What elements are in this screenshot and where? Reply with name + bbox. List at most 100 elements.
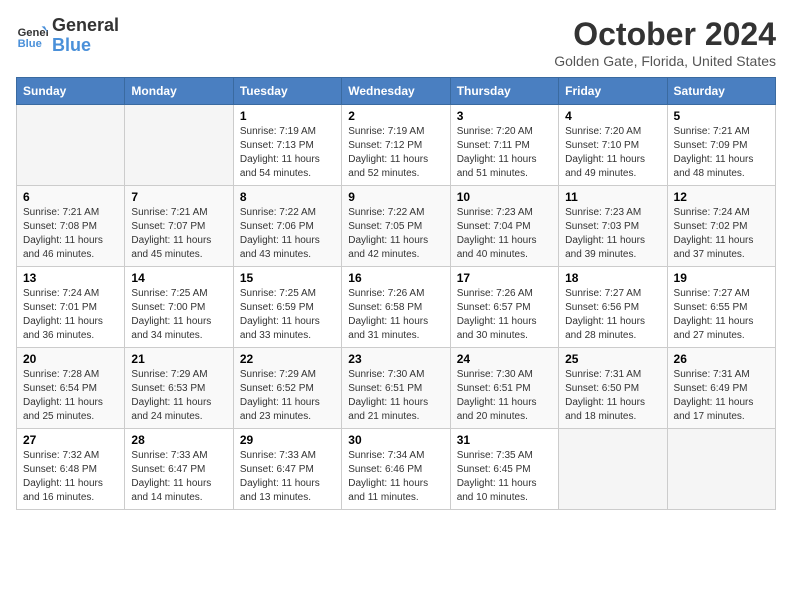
day-info: Sunrise: 7:28 AM Sunset: 6:54 PM Dayligh… [23,368,118,424]
day-cell: 19 Sunrise: 7:27 AM Sunset: 6:55 PM Dayli… [667,267,775,348]
day-cell: 29Sunrise: 7:33 AM Sunset: 6:47 PM Dayli… [233,429,341,510]
day-cell: 15Sunrise: 7:25 AM Sunset: 6:59 PM Dayli… [233,267,341,348]
day-cell: 5 Sunrise: 7:21 AM Sunset: 7:09 PM Daylig… [667,105,775,186]
day-info: Sunrise: 7:34 AM Sunset: 6:46 PM Dayligh… [348,449,443,505]
header-cell-wednesday: Wednesday [342,78,450,105]
week-row-4: 27Sunrise: 7:32 AM Sunset: 6:48 PM Dayli… [17,429,776,510]
day-info: Sunrise: 7:27 AM Sunset: 6:56 PM Dayligh… [565,287,660,343]
day-cell: 21 Sunrise: 7:29 AM Sunset: 6:53 PM Dayli… [125,348,233,429]
day-cell [125,105,233,186]
day-number: 1 [240,109,335,123]
day-number: 3 [457,109,552,123]
day-cell: 1 Sunrise: 7:19 AM Sunset: 7:13 PM Daylig… [233,105,341,186]
day-cell: 20 Sunrise: 7:28 AM Sunset: 6:54 PM Dayli… [17,348,125,429]
day-info: Sunrise: 7:24 AM Sunset: 7:01 PM Dayligh… [23,287,118,343]
day-cell: 14Sunrise: 7:25 AM Sunset: 7:00 PM Dayli… [125,267,233,348]
day-number: 14 [131,271,226,285]
day-number: 17 [457,271,552,285]
day-cell: 11 Sunrise: 7:23 AM Sunset: 7:03 PM Dayli… [559,186,667,267]
day-cell: 12 Sunrise: 7:24 AM Sunset: 7:02 PM Dayli… [667,186,775,267]
day-number: 19 [674,271,769,285]
day-cell: 6 Sunrise: 7:21 AM Sunset: 7:08 PM Daylig… [17,186,125,267]
day-cell [17,105,125,186]
header-cell-friday: Friday [559,78,667,105]
day-number: 29 [240,433,335,447]
day-cell: 30 Sunrise: 7:34 AM Sunset: 6:46 PM Dayli… [342,429,450,510]
day-info: Sunrise: 7:27 AM Sunset: 6:55 PM Dayligh… [674,287,769,343]
day-info: Sunrise: 7:31 AM Sunset: 6:49 PM Dayligh… [674,368,769,424]
calendar-header: SundayMondayTuesdayWednesdayThursdayFrid… [17,78,776,105]
day-number: 2 [348,109,443,123]
day-cell: 23 Sunrise: 7:30 AM Sunset: 6:51 PM Dayli… [342,348,450,429]
header-cell-sunday: Sunday [17,78,125,105]
day-info: Sunrise: 7:23 AM Sunset: 7:03 PM Dayligh… [565,206,660,262]
day-info: Sunrise: 7:22 AM Sunset: 7:05 PM Dayligh… [348,206,443,262]
day-info: Sunrise: 7:19 AM Sunset: 7:13 PM Dayligh… [240,125,335,181]
day-number: 5 [674,109,769,123]
logo-icon: General Blue [16,20,48,52]
day-info: Sunrise: 7:24 AM Sunset: 7:02 PM Dayligh… [674,206,769,262]
day-cell [559,429,667,510]
day-number: 22 [240,352,335,366]
header-cell-tuesday: Tuesday [233,78,341,105]
day-number: 25 [565,352,660,366]
day-number: 26 [674,352,769,366]
day-info: Sunrise: 7:29 AM Sunset: 6:52 PM Dayligh… [240,368,335,424]
day-number: 24 [457,352,552,366]
logo-name-blue: Blue [52,36,119,56]
day-number: 4 [565,109,660,123]
calendar-body: 1 Sunrise: 7:19 AM Sunset: 7:13 PM Daylig… [17,105,776,510]
day-number: 30 [348,433,443,447]
day-cell: 22 Sunrise: 7:29 AM Sunset: 6:52 PM Dayli… [233,348,341,429]
day-cell: 8Sunrise: 7:22 AM Sunset: 7:06 PM Daylig… [233,186,341,267]
day-cell: 10 Sunrise: 7:23 AM Sunset: 7:04 PM Dayli… [450,186,558,267]
day-number: 20 [23,352,118,366]
header: General Blue General Blue October 2024 G… [16,16,776,69]
week-row-0: 1 Sunrise: 7:19 AM Sunset: 7:13 PM Daylig… [17,105,776,186]
day-info: Sunrise: 7:21 AM Sunset: 7:08 PM Dayligh… [23,206,118,262]
day-info: Sunrise: 7:31 AM Sunset: 6:50 PM Dayligh… [565,368,660,424]
day-number: 7 [131,190,226,204]
day-info: Sunrise: 7:29 AM Sunset: 6:53 PM Dayligh… [131,368,226,424]
day-number: 28 [131,433,226,447]
day-number: 12 [674,190,769,204]
svg-text:Blue: Blue [18,38,42,50]
logo: General Blue General Blue [16,16,119,56]
day-info: Sunrise: 7:21 AM Sunset: 7:07 PM Dayligh… [131,206,226,262]
day-info: Sunrise: 7:35 AM Sunset: 6:45 PM Dayligh… [457,449,552,505]
day-number: 23 [348,352,443,366]
day-cell: 24 Sunrise: 7:30 AM Sunset: 6:51 PM Dayli… [450,348,558,429]
day-number: 10 [457,190,552,204]
day-cell: 3 Sunrise: 7:20 AM Sunset: 7:11 PM Daylig… [450,105,558,186]
svg-text:General: General [18,27,48,39]
day-number: 13 [23,271,118,285]
calendar-table: SundayMondayTuesdayWednesdayThursdayFrid… [16,77,776,510]
day-info: Sunrise: 7:26 AM Sunset: 6:57 PM Dayligh… [457,287,552,343]
logo-name-general: General [52,16,119,36]
header-cell-saturday: Saturday [667,78,775,105]
day-number: 16 [348,271,443,285]
day-cell: 31 Sunrise: 7:35 AM Sunset: 6:45 PM Dayli… [450,429,558,510]
week-row-1: 6 Sunrise: 7:21 AM Sunset: 7:08 PM Daylig… [17,186,776,267]
day-info: Sunrise: 7:20 AM Sunset: 7:10 PM Dayligh… [565,125,660,181]
week-row-3: 20 Sunrise: 7:28 AM Sunset: 6:54 PM Dayli… [17,348,776,429]
day-info: Sunrise: 7:23 AM Sunset: 7:04 PM Dayligh… [457,206,552,262]
day-cell: 17 Sunrise: 7:26 AM Sunset: 6:57 PM Dayli… [450,267,558,348]
day-number: 21 [131,352,226,366]
day-info: Sunrise: 7:20 AM Sunset: 7:11 PM Dayligh… [457,125,552,181]
day-cell: 9Sunrise: 7:22 AM Sunset: 7:05 PM Daylig… [342,186,450,267]
day-info: Sunrise: 7:25 AM Sunset: 6:59 PM Dayligh… [240,287,335,343]
day-number: 6 [23,190,118,204]
day-info: Sunrise: 7:32 AM Sunset: 6:48 PM Dayligh… [23,449,118,505]
day-info: Sunrise: 7:30 AM Sunset: 6:51 PM Dayligh… [348,368,443,424]
header-row: SundayMondayTuesdayWednesdayThursdayFrid… [17,78,776,105]
day-number: 31 [457,433,552,447]
day-cell: 4 Sunrise: 7:20 AM Sunset: 7:10 PM Daylig… [559,105,667,186]
day-info: Sunrise: 7:30 AM Sunset: 6:51 PM Dayligh… [457,368,552,424]
day-number: 11 [565,190,660,204]
day-info: Sunrise: 7:21 AM Sunset: 7:09 PM Dayligh… [674,125,769,181]
day-cell: 28Sunrise: 7:33 AM Sunset: 6:47 PM Dayli… [125,429,233,510]
day-cell: 18Sunrise: 7:27 AM Sunset: 6:56 PM Dayli… [559,267,667,348]
day-cell: 13 Sunrise: 7:24 AM Sunset: 7:01 PM Dayli… [17,267,125,348]
calendar-title: October 2024 [554,16,776,53]
